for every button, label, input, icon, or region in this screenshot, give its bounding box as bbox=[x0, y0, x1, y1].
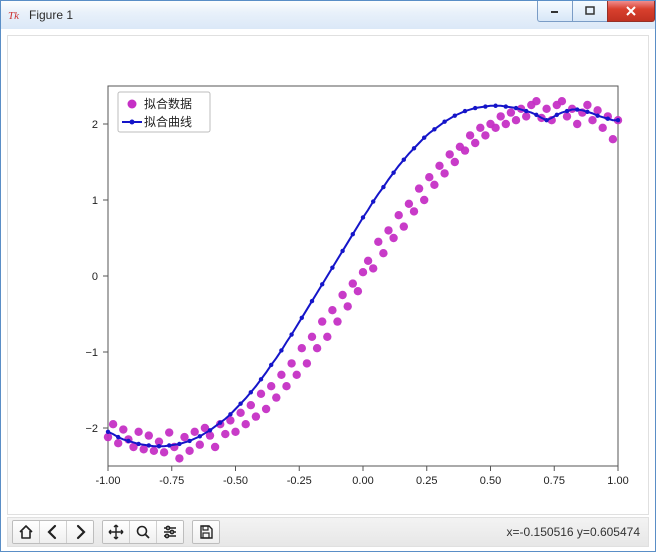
svg-text:0.25: 0.25 bbox=[416, 475, 437, 487]
svg-text:−1: −1 bbox=[85, 347, 98, 359]
svg-text:-0.50: -0.50 bbox=[223, 475, 248, 487]
forward-button[interactable] bbox=[66, 521, 93, 543]
app-window: Tk Figure 1 -1.00 -0.75 -0.50 -0.25 0.00 0.25… bbox=[0, 0, 656, 552]
legend-line-label: 拟合曲线 bbox=[144, 114, 192, 129]
zoom-button[interactable] bbox=[129, 521, 156, 543]
pan-button[interactable] bbox=[103, 521, 129, 543]
maximize-button[interactable] bbox=[572, 1, 608, 22]
nav-toolbar: x=-0.150516 y=0.605474 bbox=[7, 517, 649, 547]
window-title: Figure 1 bbox=[29, 8, 73, 22]
figure-canvas[interactable]: -1.00 -0.75 -0.50 -0.25 0.00 0.25 0.50 0.75 1.00… bbox=[7, 35, 649, 515]
svg-text:-0.25: -0.25 bbox=[287, 475, 312, 487]
legend-scatter-label: 拟合数据 bbox=[144, 96, 192, 111]
svg-text:-1.00: -1.00 bbox=[95, 475, 120, 487]
coord-readout: x=-0.150516 y=0.605474 bbox=[507, 525, 644, 539]
svg-text:−2: −2 bbox=[85, 423, 98, 435]
minimize-button[interactable] bbox=[537, 1, 573, 22]
svg-text:-0.75: -0.75 bbox=[159, 475, 184, 487]
configure-button[interactable] bbox=[156, 521, 183, 543]
svg-text:0: 0 bbox=[92, 271, 98, 283]
title-bar[interactable]: Tk Figure 1 bbox=[1, 1, 655, 30]
tk-icon: Tk bbox=[7, 7, 23, 23]
svg-text:0.50: 0.50 bbox=[480, 475, 501, 487]
save-button[interactable] bbox=[193, 521, 219, 543]
close-button[interactable] bbox=[607, 1, 655, 22]
plot-svg: -1.00 -0.75 -0.50 -0.25 0.00 0.25 0.50 0.75 1.00… bbox=[8, 36, 648, 514]
home-button[interactable] bbox=[13, 521, 39, 543]
svg-text:1.00: 1.00 bbox=[607, 475, 628, 487]
svg-text:0.75: 0.75 bbox=[544, 475, 565, 487]
svg-text:2: 2 bbox=[92, 119, 98, 131]
svg-text:0.00: 0.00 bbox=[352, 475, 373, 487]
svg-text:1: 1 bbox=[92, 195, 98, 207]
back-button[interactable] bbox=[39, 521, 66, 543]
svg-text:Tk: Tk bbox=[8, 10, 20, 22]
